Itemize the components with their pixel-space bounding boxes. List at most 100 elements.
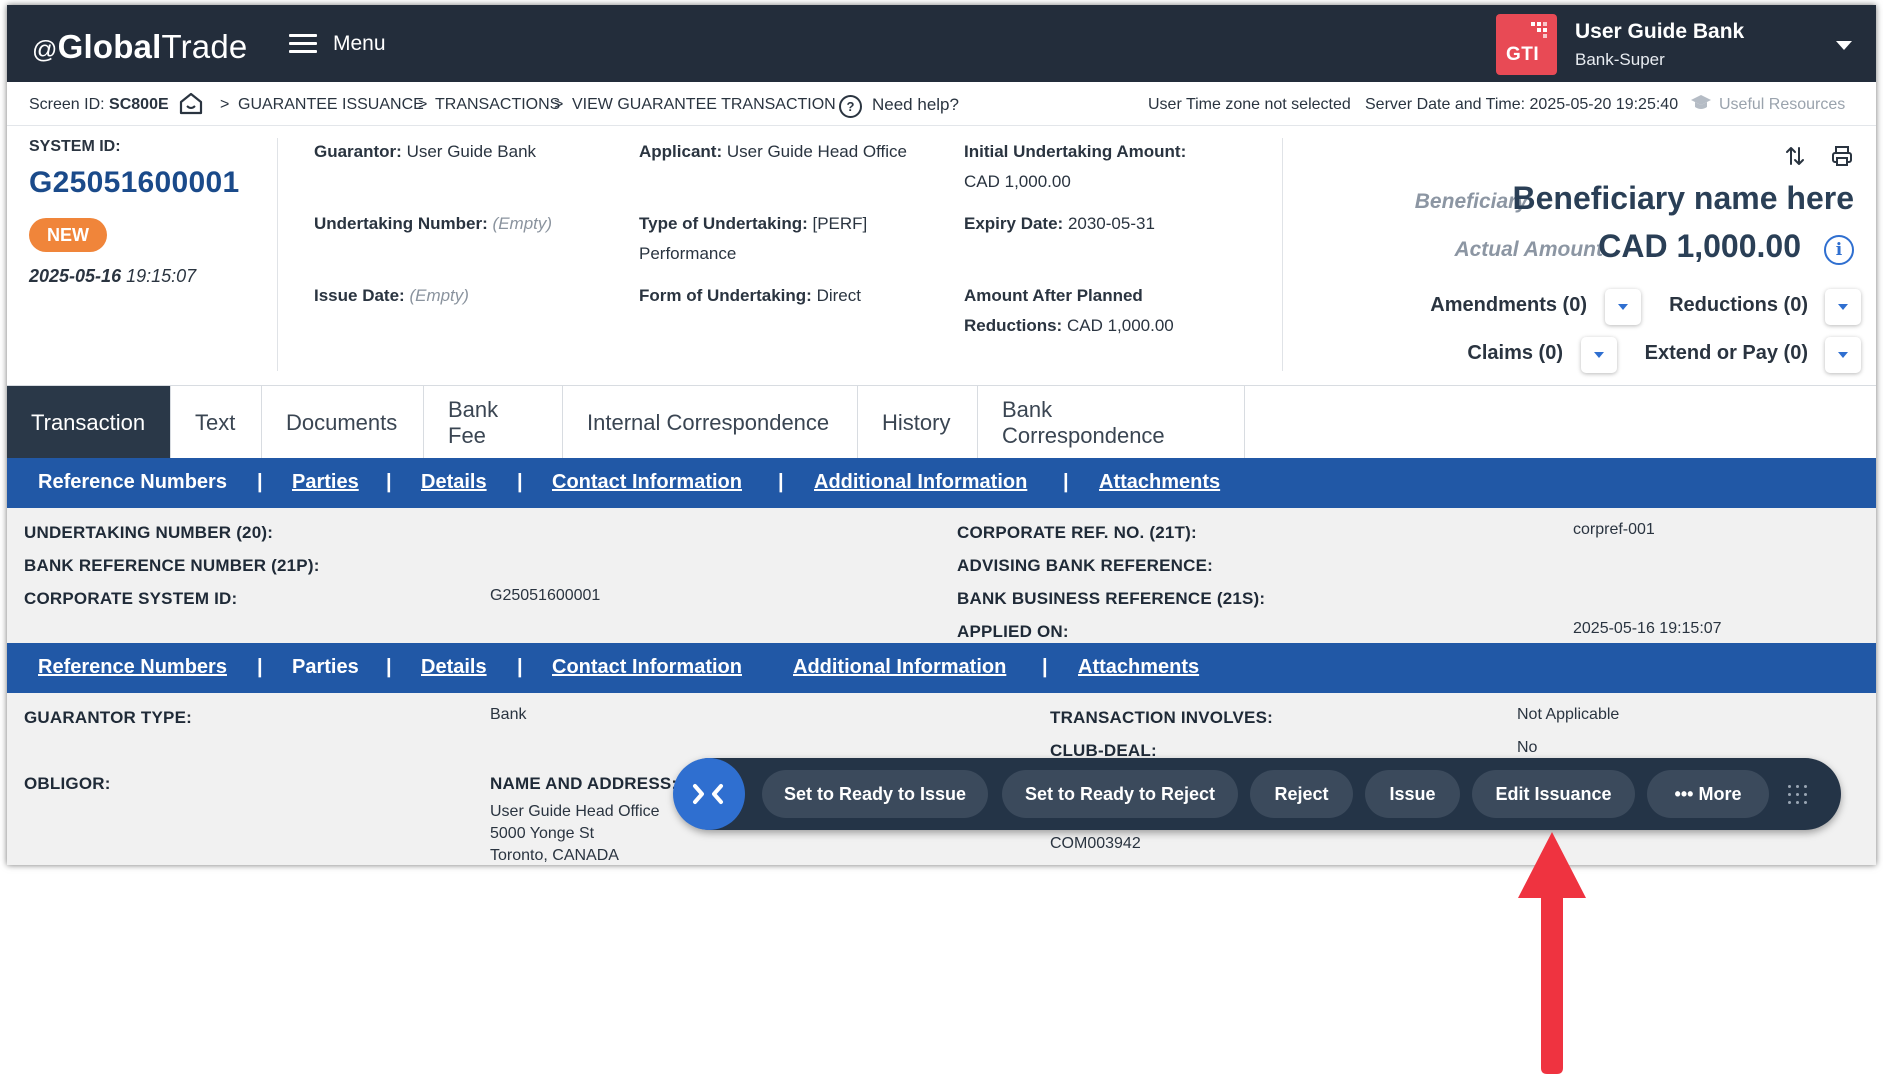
set-ready-to-issue-button[interactable]: Set to Ready to Issue	[762, 770, 988, 818]
info-icon[interactable]: i	[1824, 235, 1854, 265]
nav-parties[interactable]: Parties	[292, 656, 359, 679]
extend-or-pay-label: Extend or Pay (0)	[1644, 342, 1808, 364]
hamburger-icon	[289, 34, 317, 54]
nav-additional-information[interactable]: Additional Information	[814, 471, 1027, 494]
nav-attachments[interactable]: Attachments	[1099, 471, 1220, 494]
nav-separator: |	[386, 656, 392, 678]
nav-separator: |	[257, 471, 263, 493]
actual-amount: CAD 1,000.00	[1598, 228, 1801, 264]
divider	[277, 138, 278, 371]
tab-documents[interactable]: Documents	[262, 386, 424, 459]
address-line: 5000 Yonge St	[490, 825, 595, 842]
section-nav-reference: Reference Numbers | Parties | Details | …	[7, 458, 1876, 508]
breadcrumb-transactions[interactable]: TRANSACTIONS	[435, 96, 560, 114]
divider	[1282, 138, 1283, 371]
gti-label: GTI	[1506, 44, 1540, 65]
edit-issuance-button[interactable]: Edit Issuance	[1472, 770, 1635, 818]
transaction-involves-label: TRANSACTION INVOLVES:	[1050, 708, 1274, 727]
tab-bank-fee[interactable]: Bank Fee	[424, 386, 563, 459]
user-menu[interactable]: User Guide Bank Bank-Super	[1575, 20, 1744, 70]
breadcrumb-bar: Screen ID: SC800E > GUARANTEE ISSUANCE >…	[7, 82, 1876, 125]
logo-at: @	[32, 36, 58, 64]
help-icon[interactable]: ?	[839, 95, 862, 118]
status-badge: NEW	[29, 218, 107, 252]
nav-separator: |	[517, 471, 523, 493]
corporate-ref-value: corpref-001	[1573, 521, 1655, 538]
nav-separator: |	[257, 656, 263, 678]
logo-bold: Global	[57, 28, 162, 65]
more-button[interactable]: ••• More	[1647, 770, 1769, 818]
sort-icon[interactable]	[1783, 144, 1807, 168]
system-id: G25051600001	[29, 166, 240, 199]
breadcrumb-guarantee-issuance[interactable]: GUARANTEE ISSUANCE	[238, 96, 424, 114]
nav-contact-information[interactable]: Contact Information	[552, 656, 742, 679]
top-header: @GlobalTrade Menu GTI User Guide Bank Ba…	[7, 5, 1876, 82]
chevron-down-icon[interactable]	[1836, 41, 1852, 50]
amendments-dropdown-button[interactable]	[1605, 289, 1641, 325]
useful-resources-link[interactable]: Useful Resources	[1719, 96, 1845, 114]
undertaking-number-label: UNDERTAKING NUMBER (20):	[24, 523, 274, 542]
tab-transaction[interactable]: Transaction	[7, 386, 171, 459]
nav-additional-information[interactable]: Additional Information	[793, 656, 1006, 679]
name-address-label: NAME AND ADDRESS:	[490, 774, 678, 793]
nav-details[interactable]: Details	[421, 471, 487, 494]
transaction-involves-value: Not Applicable	[1517, 706, 1620, 723]
screen-id: Screen ID: SC800E	[29, 96, 169, 113]
drag-handle-icon[interactable]	[1788, 785, 1808, 805]
system-id-label: SYSTEM ID:	[29, 138, 121, 155]
nav-reference-numbers[interactable]: Reference Numbers	[38, 656, 227, 679]
guarantor-type-value: Bank	[490, 706, 527, 723]
reference-numbers-section: UNDERTAKING NUMBER (20): BANK REFERENCE …	[7, 508, 1876, 643]
nav-separator: |	[517, 656, 523, 678]
tab-history[interactable]: History	[858, 386, 978, 459]
created-datetime: 2025-05-16 19:15:07	[29, 266, 197, 286]
nav-reference-numbers[interactable]: Reference Numbers	[38, 471, 227, 494]
more-dots-icon: •••	[1674, 784, 1694, 804]
issue-button[interactable]: Issue	[1365, 770, 1460, 818]
nav-separator: |	[386, 471, 392, 493]
collapse-toggle-button[interactable]	[673, 758, 745, 830]
bank-business-label: BANK BUSINESS REFERENCE (21S):	[957, 589, 1266, 608]
nav-separator: |	[778, 471, 784, 493]
initial-amount-field: Initial Undertaking Amount: CAD 1,000.00	[964, 142, 1187, 191]
breadcrumb-separator: >	[554, 96, 564, 113]
amount-after-reductions-field: Amount After Planned Reductions: CAD 1,00…	[964, 286, 1174, 335]
print-icon[interactable]	[1830, 144, 1854, 168]
advising-bank-label: ADVISING BANK REFERENCE:	[957, 556, 1214, 575]
form-of-undertaking-field: Form of Undertaking: Direct	[639, 286, 861, 305]
extend-or-pay-dropdown-button[interactable]	[1825, 337, 1861, 373]
nav-details[interactable]: Details	[421, 656, 487, 679]
reductions-dropdown-button[interactable]	[1825, 289, 1861, 325]
need-help-link[interactable]: Need help?	[872, 95, 959, 115]
app-window: @GlobalTrade Menu GTI User Guide Bank Ba…	[7, 5, 1876, 865]
nav-contact-information[interactable]: Contact Information	[552, 471, 742, 494]
nav-parties[interactable]: Parties	[292, 471, 359, 494]
tab-bank-correspondence[interactable]: Bank Correspondence	[978, 386, 1245, 459]
section-nav-parties: Reference Numbers | Parties | Details | …	[7, 643, 1876, 693]
user-name: User Guide Bank	[1575, 20, 1745, 43]
graduation-cap-icon	[1691, 95, 1711, 109]
type-of-undertaking-field: Type of Undertaking: [PERF] Performance	[639, 214, 868, 263]
claims-dropdown-button[interactable]	[1581, 337, 1617, 373]
obligor-code-value: COM003942	[1050, 835, 1141, 852]
club-deal-value: No	[1517, 739, 1538, 756]
actual-amount-label: Actual Amount	[1454, 238, 1603, 261]
more-label: More	[1698, 784, 1742, 804]
tab-internal-correspondence[interactable]: Internal Correspondence	[563, 386, 858, 459]
nav-separator: |	[1042, 656, 1048, 678]
menu-label: Menu	[333, 32, 386, 55]
nav-separator: |	[1063, 471, 1069, 493]
corporate-system-id-label: CORPORATE SYSTEM ID:	[24, 589, 238, 608]
server-date-time: Server Date and Time: 2025-05-20 19:25:4…	[1365, 96, 1679, 113]
applied-on-label: APPLIED ON:	[957, 622, 1069, 641]
home-icon[interactable]	[178, 90, 204, 116]
applied-on-value: 2025-05-16 19:15:07	[1573, 620, 1722, 637]
corporate-ref-label: CORPORATE REF. NO. (21T):	[957, 523, 1197, 542]
tab-text[interactable]: Text	[171, 386, 262, 459]
app-logo[interactable]: @GlobalTrade	[32, 28, 247, 66]
set-ready-to-reject-button[interactable]: Set to Ready to Reject	[1002, 770, 1238, 818]
reject-button[interactable]: Reject	[1250, 770, 1353, 818]
nav-attachments[interactable]: Attachments	[1078, 656, 1199, 679]
menu-button[interactable]: Menu	[289, 32, 386, 56]
collapse-chevrons-icon	[693, 784, 723, 804]
